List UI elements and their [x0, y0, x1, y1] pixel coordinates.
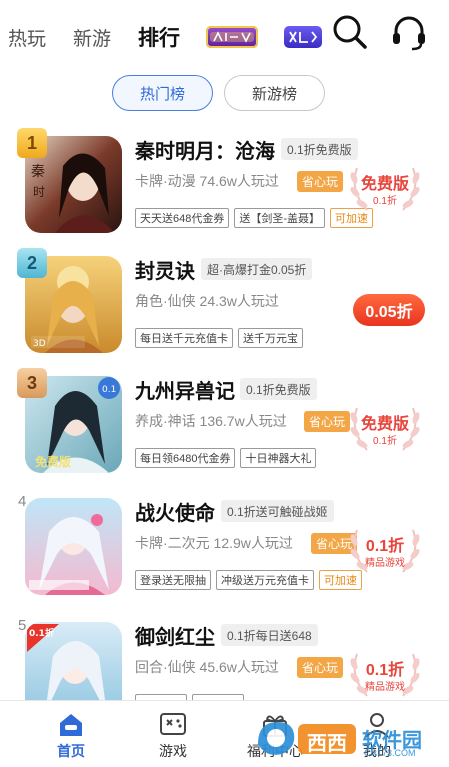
home-icon [56, 711, 86, 739]
game-meta: 回合·仙侠 45.6w人玩过 [135, 659, 279, 675]
game-badge-icon[interactable] [284, 26, 322, 48]
discount-tag: 超·高爆打金0.05折 [201, 258, 313, 280]
benefit-chips: 天天送648代金券 送【剑圣-盖聂】 可加速 [135, 208, 374, 228]
search-icon[interactable] [328, 12, 372, 52]
award-main: 免费版 [360, 176, 409, 193]
segment-new-list[interactable]: 新游榜 [224, 75, 325, 111]
headset-icon[interactable] [387, 12, 431, 52]
award-sub: 精品游戏 [365, 682, 405, 693]
list-item[interactable]: 3 0.1 免费版 九州异兽记 0.1折免费版 养成·神话 136.7w人玩过 省… [0, 368, 449, 488]
save-tag: 省心玩 [297, 657, 344, 678]
game-meta: 卡牌·动漫 74.6w人玩过 [135, 173, 279, 189]
benefit-chip: 天天送648代金券 [135, 208, 230, 228]
site-watermark: 西西 软件园 CR173.COM [252, 714, 442, 762]
game-title[interactable]: 战火使命 [135, 497, 215, 526]
benefit-chip: 十日神器大礼 [240, 448, 317, 468]
svg-text:0.1: 0.1 [102, 385, 116, 395]
game-title[interactable]: 封灵诀 [135, 255, 195, 284]
list-item[interactable]: 4 战火使命 0.1折送可触碰战姬 卡牌·二次元 12.9w人玩过 省心玩 登录… [0, 490, 449, 610]
award-main: 0.1折 [365, 538, 405, 555]
game-title[interactable]: 秦时明月：沧海 [135, 135, 275, 164]
tab-new[interactable]: 新游 [73, 24, 111, 51]
watermark-site: CR173.COM [364, 748, 416, 758]
watermark-brand: 西西 [307, 733, 347, 755]
discount-pill[interactable]: 0.05折 [353, 294, 425, 326]
gamepad-icon [158, 711, 188, 739]
award-main: 免费版 [360, 416, 409, 433]
award-laurel: 免费版 0.1折 [345, 396, 425, 460]
list-item[interactable]: 2 3D 封灵诀 超·高爆打金0.05折 角色·仙侠 24.3w人玩过 每日送千… [0, 248, 449, 368]
award-sub: 精品游戏 [365, 558, 405, 569]
bottom-tab-games[interactable]: 游戏 [128, 701, 218, 767]
benefit-chip: 登录送无限抽 [135, 570, 211, 590]
benefit-chips: 每日送千元充值卡 送千万元宝 [135, 328, 303, 348]
game-thumbnail[interactable]: 0.1折 [25, 622, 122, 700]
discount-tag: 0.1折每日送648 [221, 624, 318, 646]
list-item[interactable]: 5 0.1折 御剑红尘 0.1折每日送648 回合·仙侠 45.6w人玩过 省心… [0, 614, 449, 700]
tab-ranking[interactable]: 排行 [138, 22, 180, 52]
game-title[interactable]: 御剑红尘 [135, 621, 215, 650]
benefit-chip: 每日领6480代金券 [135, 448, 236, 468]
tab-hot[interactable]: 热玩 [8, 24, 46, 51]
game-meta: 角色·仙侠 24.3w人玩过 [135, 293, 279, 309]
game-meta: 养成·神话 136.7w人玩过 [135, 413, 287, 429]
benefit-chip: 每日送千元充值卡 [135, 328, 233, 348]
discount-tag: 0.1折免费版 [240, 378, 317, 400]
award-laurel: 0.1折 精品游戏 [345, 642, 425, 700]
save-tag: 省心玩 [297, 171, 344, 192]
benefit-chip: 送【剑圣-盖聂】 [234, 208, 326, 228]
game-thumbnail[interactable] [25, 498, 122, 595]
svg-text:0.1折: 0.1折 [29, 627, 54, 639]
segment-hot-list[interactable]: 热门榜 [112, 75, 213, 111]
svg-text:3D: 3D [33, 339, 46, 349]
award-sub: 0.1折 [373, 196, 397, 207]
top-nav: 热玩 新游 排行 [0, 0, 449, 68]
rank-badge: 2 [17, 248, 47, 278]
award-laurel: 0.1折 精品游戏 [345, 518, 425, 582]
list-item[interactable]: 1 秦时 秦时明月：沧海 0.1折免费版 卡牌·动漫 74.6w人玩过 省心玩 … [0, 128, 449, 248]
brand-badge-icon[interactable] [206, 26, 258, 48]
rank-badge: 1 [17, 128, 47, 158]
game-meta: 卡牌·二次元 12.9w人玩过 [135, 535, 293, 551]
rank-badge: 3 [17, 368, 47, 398]
svg-text:秦: 秦 [31, 164, 45, 180]
bottom-tab-label: 游戏 [159, 743, 187, 759]
award-laurel: 免费版 0.1折 [345, 156, 425, 220]
benefit-chip: 送千万元宝 [238, 328, 303, 348]
save-tag: 省心玩 [304, 411, 351, 432]
svg-text:免费版: 免费版 [35, 454, 71, 469]
bottom-tab-home[interactable]: 首页 [26, 701, 116, 767]
award-main: 0.1折 [365, 662, 405, 679]
benefit-chips: 每日领6480代金券 十日神器大礼 [135, 448, 317, 468]
discount-tag: 0.1折送可触碰战姬 [221, 500, 334, 522]
benefit-chips: 登录送无限抽 冲级送万元充值卡 可加速 [135, 570, 362, 590]
award-sub: 0.1折 [373, 436, 397, 447]
bottom-tab-label: 首页 [57, 743, 85, 759]
svg-text:时: 时 [33, 185, 45, 199]
benefit-chip: 冲级送万元充值卡 [216, 570, 314, 590]
game-title[interactable]: 九州异兽记 [135, 375, 235, 404]
